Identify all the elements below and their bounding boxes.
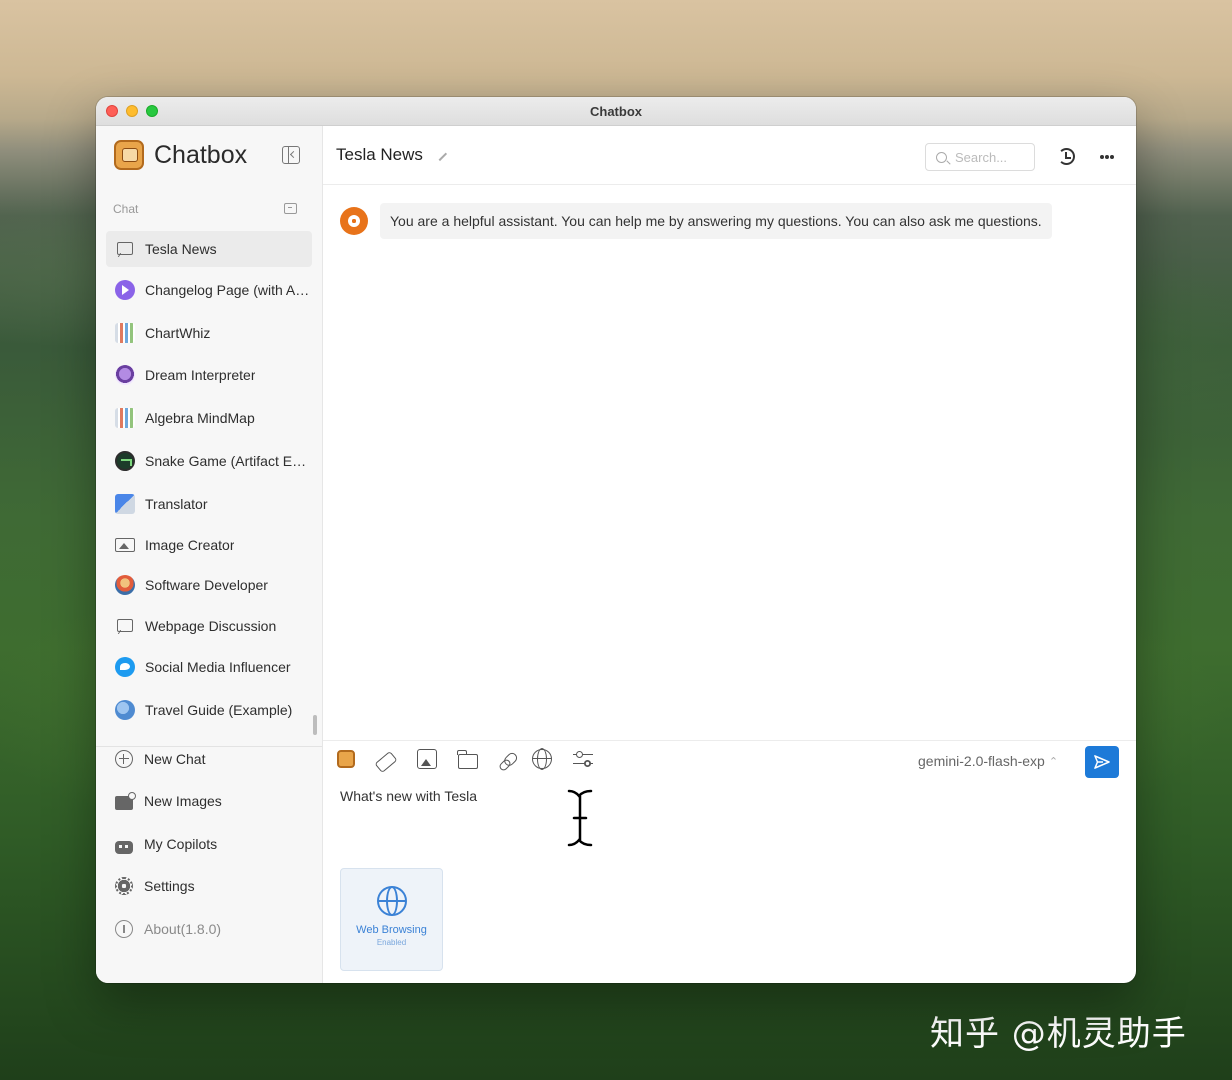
composer: gemini-2.0-flash-exp ⌃ What's new with T… [323,740,1136,983]
globe-icon [115,700,135,720]
plus-circle-icon [115,750,133,768]
image-icon [115,538,135,552]
minimize-window-button[interactable] [126,105,138,117]
send-button[interactable] [1085,746,1119,778]
sidebar-item-translator[interactable]: Translator [106,486,312,522]
model-selector[interactable]: gemini-2.0-flash-exp ⌃ [918,753,1058,769]
sidebar-item-webpage-discussion[interactable]: Webpage Discussion [106,608,312,644]
sidebar-item-label: Webpage Discussion [145,618,277,634]
more-options-icon[interactable] [1100,155,1104,159]
chat-bubble-icon [115,616,135,636]
sidebar-item-label: Changelog Page (with Artifact) [145,282,310,298]
copilot-logo-icon[interactable] [337,750,355,768]
search-input[interactable] [955,149,1025,165]
model-name: gemini-2.0-flash-exp [918,753,1045,769]
sidebar-item-changelog-page[interactable]: Changelog Page (with Artifact) [106,272,312,308]
crystal-ball-icon [115,365,135,385]
watermark: 知乎 @机灵助手 [930,1014,1187,1054]
edit-title-icon[interactable] [432,146,448,162]
sidebar-item-algebra-mindmap[interactable]: Algebra MindMap [106,400,312,436]
sidebar-item-label: Travel Guide (Example) [145,702,293,718]
sidebar-item-social-media-influencer[interactable]: Social Media Influencer [106,649,312,685]
chat-header: Tesla News [323,126,1136,185]
about-label: About(1.8.0) [144,921,222,937]
web-browsing-card[interactable]: Web Browsing Enabled [340,868,443,971]
settings-sliders-icon[interactable] [573,749,593,769]
eraser-icon[interactable] [374,750,398,774]
sidebar-scrollbar[interactable] [313,715,317,735]
new-images-button[interactable]: New Images [106,783,312,819]
sidebar-item-chartwhiz[interactable]: ChartWhiz [106,315,312,351]
sidebar-item-label: ChartWhiz [145,325,211,341]
sidebar-item-dream-interpreter[interactable]: Dream Interpreter [106,357,312,393]
info-icon [115,920,133,938]
text-cursor-icon [566,788,594,848]
chart-icon [115,408,135,428]
app-window: Chatbox Chatbox Chat Tesla News Changelo… [96,97,1136,983]
translate-icon [115,494,135,514]
folder-icon[interactable] [457,749,478,769]
chevron-updown-icon: ⌃ [1048,755,1059,768]
new-chat-button[interactable]: New Chat [106,741,312,777]
my-copilots-button[interactable]: My Copilots [106,826,312,862]
chatbox-logo-icon [114,140,144,170]
zoom-window-button[interactable] [146,105,158,117]
globe-icon [376,886,407,916]
composer-toolbar [337,748,593,774]
close-window-button[interactable] [106,105,118,117]
send-icon [1094,755,1110,769]
new-image-icon [115,792,136,810]
new-chat-label: New Chat [144,751,206,767]
picture-icon[interactable] [417,749,437,769]
sidebar-item-travel-guide[interactable]: Travel Guide (Example) [106,692,312,728]
title-bar: Chatbox [96,97,1136,126]
system-message: You are a helpful assistant. You can hel… [380,203,1052,239]
chat-bubble-icon [115,239,135,259]
sidebar-item-label: Dream Interpreter [145,367,256,383]
window-title: Chatbox [590,103,642,119]
system-avatar-gear-icon [340,207,368,235]
search-box[interactable] [925,143,1035,171]
web-browsing-status: Enabled [376,938,407,947]
chat-panel: Tesla News You are a helpful assistant. … [323,126,1136,983]
my-copilots-label: My Copilots [144,836,218,852]
sidebar-item-image-creator[interactable]: Image Creator [106,527,312,563]
settings-label: Settings [144,878,195,894]
settings-button[interactable]: Settings [106,868,312,904]
sidebar-item-label: Translator [145,496,208,512]
link-icon[interactable] [497,757,513,773]
sidebar-item-software-developer[interactable]: Software Developer [106,567,312,603]
sidebar-item-snake-game[interactable]: Snake Game (Artifact Example) [106,443,312,479]
brand-name: Chatbox [154,140,248,169]
sidebar-item-label: Tesla News [145,241,217,257]
sidebar-item-label: Algebra MindMap [145,410,255,426]
section-label-chat: Chat [113,202,139,216]
sidebar-item-tesla-news[interactable]: Tesla News [106,231,312,267]
collapse-sidebar-icon[interactable] [282,146,300,164]
sidebar: Chatbox Chat Tesla News Changelog Page (… [96,126,323,983]
chart-icon [115,323,135,343]
sidebar-item-label: Snake Game (Artifact Example) [145,453,310,469]
gear-icon [115,877,133,895]
message-input[interactable]: What's new with Tesla [340,788,477,804]
sidebar-item-label: Image Creator [145,537,235,553]
history-icon[interactable] [1058,148,1075,165]
brand: Chatbox [114,140,247,170]
new-images-label: New Images [144,793,222,809]
robot-icon [115,840,133,854]
web-browsing-title: Web Browsing [356,924,427,936]
web-browsing-globe-icon[interactable] [532,748,552,770]
twitter-icon [115,657,135,677]
about-button[interactable]: About(1.8.0) [106,911,312,947]
developer-icon [115,575,135,595]
archive-icon[interactable] [284,203,297,214]
search-icon [936,151,947,163]
snake-icon [115,451,135,471]
sidebar-item-label: Social Media Influencer [145,659,291,675]
play-circle-icon [115,280,135,300]
chat-title[interactable]: Tesla News [336,145,423,165]
sidebar-item-label: Software Developer [145,577,268,593]
